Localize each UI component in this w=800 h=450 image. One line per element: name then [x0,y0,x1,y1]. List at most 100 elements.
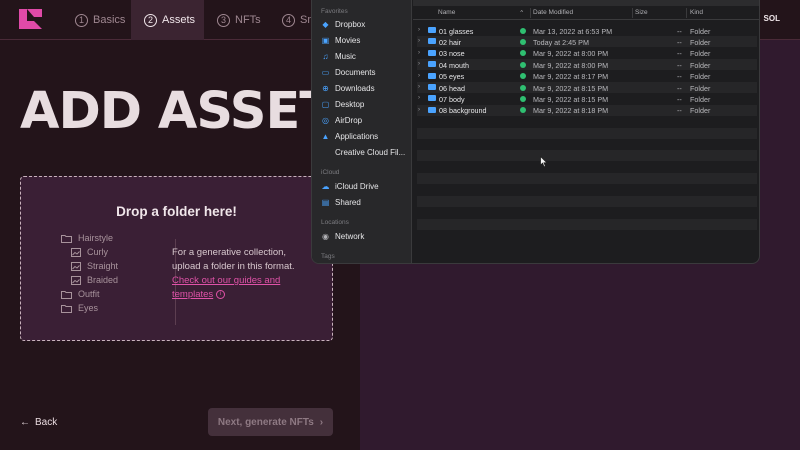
step-nfts[interactable]: 3 NFTs [217,12,261,28]
sidebar-item-shared[interactable]: ▤ Shared [321,198,361,207]
disclosure-chevron-icon[interactable]: › [418,38,420,44]
file-name: 05 eyes [439,72,465,82]
step-basics[interactable]: 1 Basics [75,12,125,28]
file-size: -- [677,37,682,47]
folder-icon [428,27,436,33]
column-size[interactable]: Size [635,9,648,16]
next-label: Next, generate NFTs [217,416,314,428]
tree-item-label: Eyes [78,303,99,313]
next-generate-button[interactable]: Next, generate NFTs › [208,408,333,436]
disclosure-chevron-icon[interactable]: › [418,27,420,33]
table-row[interactable]: › 04 mouth Mar 9, 2022 at 8:00 PM -- Folder [417,59,757,71]
image-icon [71,275,81,285]
sidebar-item-label: Movies [335,36,361,45]
disclosure-chevron-icon[interactable]: › [418,61,420,67]
table-row[interactable]: › 03 nose Mar 9, 2022 at 8:00 PM -- Folder [417,48,757,59]
tree-item: Curly [71,247,108,257]
sync-status-icon [520,95,526,102]
sidebar-item-label: Applications [335,132,379,141]
file-size: -- [677,94,682,104]
table-row[interactable]: › 01 glasses Mar 13, 2022 at 6:53 PM -- Fold… [417,25,757,36]
shared-icon: ▤ [321,198,330,207]
sidebar-item-label: Dropbox [335,20,366,29]
applications-icon: ▲ [321,132,330,141]
airdrop-icon: ◎ [322,116,329,125]
file-kind: Folder [690,94,711,104]
sidebar-item-label: Documents [335,68,376,77]
sync-status-icon [520,107,526,114]
folder-icon [428,95,436,102]
sidebar-item-applications[interactable]: ▲ Applications [321,132,379,141]
table-row[interactable]: › 07 body Mar 9, 2022 at 8:15 PM -- Folder [417,93,757,104]
folder-icon [428,38,436,45]
sidebar-section-favorites: Favorites [321,8,348,15]
column-header: Name ⌃ Date Modified Size Kind [413,6,759,20]
table-row[interactable]: › 08 background Mar 9, 2022 at 8:18 PM -- Fo… [417,104,757,116]
sidebar-item-airdrop[interactable]: ◎ AirDrop [321,116,362,125]
folder-dropzone[interactable]: Drop a folder here! Hairstyle Curly Stra… [20,176,333,341]
disclosure-chevron-icon[interactable]: › [418,73,420,79]
column-separator [530,8,531,18]
sidebar-item-label: Music [335,52,356,61]
file-kind: Folder [690,26,711,36]
empty-row-stripe [417,150,757,162]
sidebar-item-documents[interactable]: ▭ Documents [321,68,376,77]
file-date: Mar 9, 2022 at 8:18 PM [533,106,609,116]
disclosure-chevron-icon[interactable]: › [418,84,420,90]
file-name: 03 nose [439,49,465,59]
file-kind: Folder [690,106,711,116]
sidebar-item-music[interactable]: ♫ Music [321,52,356,61]
sidebar-item-network[interactable]: ◉ Network [321,232,364,241]
step-label: Assets [162,14,196,26]
disclosure-chevron-icon[interactable]: › [418,95,420,101]
step-number: 1 [75,13,88,27]
tree-item-label: Curly [87,247,109,257]
sidebar-item-creative-cloud[interactable]: ■ Creative Cloud Fil... [321,148,405,157]
sidebar-section-tags: Tags [321,253,335,260]
sidebar-item-dropbox[interactable]: ◆ Dropbox [321,20,365,29]
file-size: -- [677,72,682,82]
step-label: Basics [93,14,126,26]
column-kind[interactable]: Kind [690,9,703,16]
disclosure-chevron-icon[interactable]: › [418,50,420,56]
file-date: Mar 9, 2022 at 8:00 PM [533,60,609,70]
column-separator [686,8,687,18]
folder-icon [428,106,436,113]
sidebar-item-label: Desktop [335,100,365,109]
tree-item: Eyes [61,303,98,313]
finder-dialog: Favorites ◆ Dropbox ▣ Movies ♫ Music ▭ Docum… [311,0,760,264]
table-row[interactable]: › 05 eyes Mar 9, 2022 at 8:17 PM -- Folder [417,71,757,82]
table-row[interactable]: › 06 head Mar 9, 2022 at 8:15 PM -- Folder [417,82,757,93]
sync-status-icon [520,38,526,45]
sort-chevron-icon[interactable]: ⌃ [519,9,524,17]
file-name: 08 background [439,106,487,116]
column-date[interactable]: Date Modified [533,9,573,16]
file-date: Mar 13, 2022 at 6:53 PM [533,26,613,36]
info-circle-icon[interactable]: i [215,289,225,299]
back-button[interactable]: ← Back [20,417,57,428]
finder-sidebar: Favorites ◆ Dropbox ▣ Movies ♫ Music ▭ Docum… [312,0,412,263]
icloud-drive-icon: ☁ [321,182,330,191]
step-assets[interactable]: 2 Assets [144,12,195,28]
sidebar-item-downloads[interactable]: ⊕ Downloads [321,84,375,93]
folder-icon [428,72,436,79]
column-separator [632,8,633,18]
sidebar-item-label: Downloads [335,84,375,93]
sidebar-section-icloud: iCloud [321,169,340,176]
sidebar-item-movies[interactable]: ▣ Movies [321,36,361,45]
table-row[interactable]: › 02 hair Today at 2:45 PM -- Folder [417,36,757,48]
guides-link[interactable]: Check out our guides and templates [172,275,280,300]
disclosure-chevron-icon[interactable]: › [418,107,420,113]
sidebar-item-icloud-drive[interactable]: ☁ iCloud Drive [321,182,379,191]
sidebar-item-desktop[interactable]: ▢ Desktop [321,100,365,109]
file-size: -- [677,26,682,36]
file-kind: Folder [690,49,711,59]
column-name[interactable]: Name [438,9,455,16]
file-kind: Folder [690,37,711,47]
step-number: 3 [217,13,230,27]
empty-row-stripe [417,173,757,185]
file-name: 06 head [439,83,465,93]
file-date: Mar 9, 2022 at 8:17 PM [533,72,609,82]
file-size: -- [677,49,682,59]
arrow-left-icon: ← [20,417,30,428]
